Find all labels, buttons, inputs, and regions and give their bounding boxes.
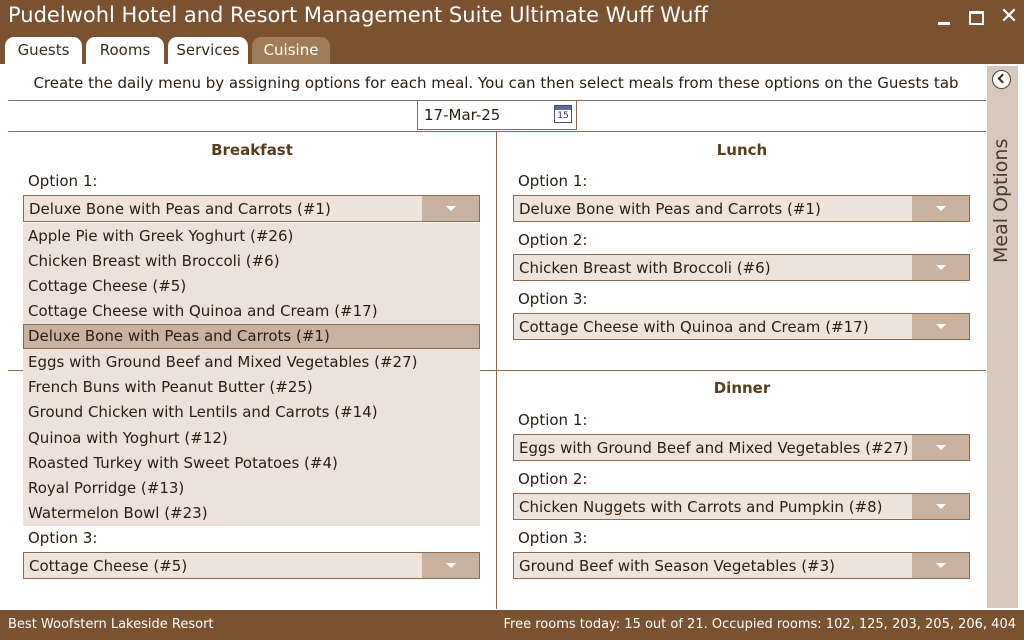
lunch-title: Lunch: [716, 141, 768, 159]
meal-options-side-panel[interactable]: Meal Options: [987, 66, 1018, 608]
date-picker[interactable]: 17-Mar-25 15: [417, 100, 577, 130]
dinner-option2-value: Chicken Nuggets with Carrots and Pumpkin…: [519, 498, 883, 516]
dropdown-button[interactable]: [422, 196, 479, 221]
chevron-down-icon: [936, 563, 946, 568]
dropdown-item[interactable]: Chicken Breast with Broccoli (#6): [23, 249, 480, 274]
chevron-down-icon: [446, 206, 456, 211]
chevron-down-icon: [936, 324, 946, 329]
dropdown-button[interactable]: [912, 314, 969, 339]
dropdown-button[interactable]: [422, 553, 479, 578]
collapse-button[interactable]: [992, 70, 1011, 89]
close-button[interactable]: ✕: [996, 4, 1022, 30]
lunch-option3-label: Option 3:: [518, 290, 588, 308]
dropdown-button[interactable]: [912, 196, 969, 221]
dropdown-button[interactable]: [912, 255, 969, 280]
breakfast-option1-dropdown-list: Apple Pie with Greek Yoghurt (#26) Chick…: [23, 223, 480, 526]
dinner-option3-select[interactable]: Ground Beef with Season Vegetables (#3): [513, 552, 970, 579]
dropdown-item[interactable]: Cottage Cheese with Quinoa and Cream (#1…: [23, 299, 480, 324]
chevron-down-icon: [936, 504, 946, 509]
dropdown-button[interactable]: [912, 553, 969, 578]
dropdown-item[interactable]: Ground Chicken with Lentils and Carrots …: [23, 400, 480, 425]
lunch-option2-label: Option 2:: [518, 231, 588, 249]
dropdown-item-selected[interactable]: Deluxe Bone with Peas and Carrots (#1): [23, 324, 480, 349]
lunch-option3-value: Cottage Cheese with Quinoa and Cream (#1…: [519, 318, 869, 336]
dinner-option2-label: Option 2:: [518, 470, 588, 488]
chevron-down-icon: [936, 265, 946, 270]
lunch-option2-value: Chicken Breast with Broccoli (#6): [519, 259, 771, 277]
dinner-title: Dinner: [713, 379, 771, 397]
lunch-option2-select[interactable]: Chicken Breast with Broccoli (#6): [513, 254, 970, 281]
dropdown-button[interactable]: [912, 435, 969, 460]
tab-services[interactable]: Services: [167, 36, 249, 64]
breakfast-option1-select[interactable]: Deluxe Bone with Peas and Carrots (#1): [23, 195, 480, 222]
status-bar: Best Woofstern Lakeside Resort Free room…: [0, 610, 1024, 640]
chevron-left-icon: [997, 73, 1008, 84]
side-panel-label: Meal Options: [990, 138, 1012, 263]
divider: [8, 131, 986, 132]
minimize-icon: [938, 22, 950, 25]
breakfast-option3-label: Option 3:: [28, 529, 98, 547]
dropdown-item[interactable]: Eggs with Ground Beef and Mixed Vegetabl…: [23, 350, 480, 375]
date-value: 17-Mar-25: [424, 106, 501, 124]
dinner-option1-select[interactable]: Eggs with Ground Beef and Mixed Vegetabl…: [513, 434, 970, 461]
tab-cuisine[interactable]: Cuisine: [251, 36, 331, 64]
breakfast-option1-label: Option 1:: [28, 172, 98, 190]
dropdown-item[interactable]: Cottage Cheese (#5): [23, 274, 480, 299]
dinner-option3-value: Ground Beef with Season Vegetables (#3): [519, 557, 836, 575]
maximize-button[interactable]: [964, 4, 990, 30]
resort-name: Best Woofstern Lakeside Resort: [8, 617, 214, 632]
lunch-option3-select[interactable]: Cottage Cheese with Quinoa and Cream (#1…: [513, 313, 970, 340]
dinner-option2-select[interactable]: Chicken Nuggets with Carrots and Pumpkin…: [513, 493, 970, 520]
dinner-option1-value: Eggs with Ground Beef and Mixed Vegetabl…: [519, 439, 909, 457]
lunch-option1-select[interactable]: Deluxe Bone with Peas and Carrots (#1): [513, 195, 970, 222]
dropdown-item[interactable]: Roasted Turkey with Sweet Potatoes (#4): [23, 451, 480, 476]
chevron-down-icon: [446, 563, 456, 568]
calendar-icon[interactable]: 15: [554, 105, 572, 123]
chevron-down-icon: [936, 206, 946, 211]
dinner-option3-label: Option 3:: [518, 529, 588, 547]
dropdown-item[interactable]: French Buns with Peanut Butter (#25): [23, 375, 480, 400]
breakfast-option3-select[interactable]: Cottage Cheese (#5): [23, 552, 480, 579]
lunch-option1-label: Option 1:: [518, 172, 588, 190]
minimize-button[interactable]: [932, 4, 958, 30]
maximize-icon: [969, 11, 984, 25]
instruction-text: Create the daily menu by assigning optio…: [33, 74, 959, 92]
title-bar: Pudelwohl Hotel and Resort Management Su…: [0, 0, 1024, 34]
dropdown-button[interactable]: [912, 494, 969, 519]
dropdown-item[interactable]: Quinoa with Yoghurt (#12): [23, 426, 480, 451]
dropdown-item[interactable]: Watermelon Bowl (#23): [23, 501, 480, 526]
room-status: Free rooms today: 15 out of 21. Occupied…: [503, 617, 1016, 632]
dropdown-item[interactable]: Apple Pie with Greek Yoghurt (#26): [23, 224, 480, 249]
breakfast-title: Breakfast: [211, 141, 293, 159]
dropdown-item[interactable]: Royal Porridge (#13): [23, 476, 480, 501]
lunch-option1-value: Deluxe Bone with Peas and Carrots (#1): [519, 200, 821, 218]
dinner-option1-label: Option 1:: [518, 411, 588, 429]
close-icon: ✕: [999, 4, 1019, 29]
breakfast-option1-value: Deluxe Bone with Peas and Carrots (#1): [29, 200, 331, 218]
tab-guests[interactable]: Guests: [4, 36, 83, 64]
window-title: Pudelwohl Hotel and Resort Management Su…: [8, 3, 708, 27]
chevron-down-icon: [936, 445, 946, 450]
tab-rooms[interactable]: Rooms: [85, 36, 165, 64]
breakfast-option3-value: Cottage Cheese (#5): [29, 557, 188, 575]
